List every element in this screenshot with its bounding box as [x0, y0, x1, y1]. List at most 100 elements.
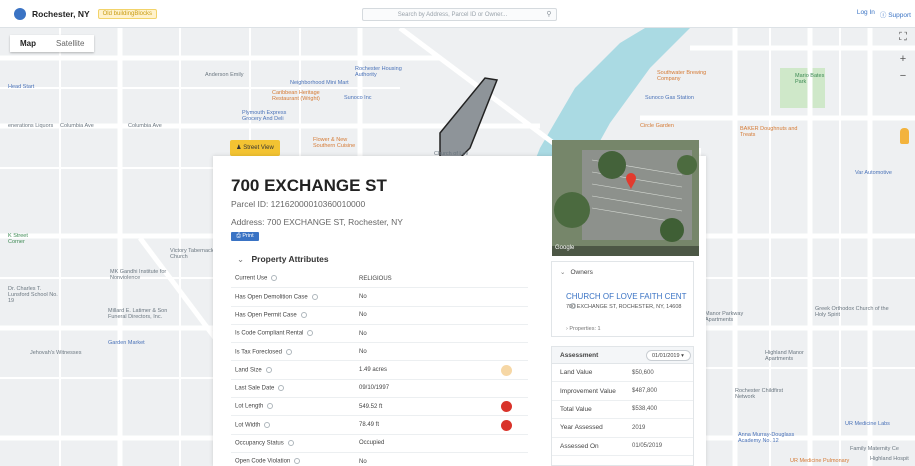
attribute-value: 549.52 ft	[359, 403, 383, 410]
support-label: Support	[888, 12, 911, 19]
chevron-down-icon: ⌄	[237, 254, 245, 264]
attribute-value: No	[359, 312, 367, 319]
city-title: Rochester, NY	[32, 8, 90, 19]
map-label-liquors[interactable]: enerations Liquors	[8, 123, 53, 129]
info-icon[interactable]	[311, 293, 318, 300]
info-icon[interactable]	[278, 385, 285, 392]
attribute-row: Land Size 1.49 acres	[231, 361, 528, 380]
info-icon[interactable]	[264, 421, 271, 428]
street-view-button[interactable]: ♟ Street View	[230, 140, 280, 156]
zoom-in-icon[interactable]: +	[897, 53, 909, 65]
fullscreen-icon[interactable]: ⛶	[897, 31, 909, 44]
login-link[interactable]: Log In	[857, 9, 875, 19]
map-label-neighborhood-mart[interactable]: Neighborhood Mini Mart	[290, 80, 349, 86]
map-label-baker[interactable]: BAKER Doughnuts and Treats	[740, 126, 800, 138]
map-label-columbia-2: Columbia Ave	[128, 123, 162, 129]
owner-properties[interactable]: › Properties: 1	[566, 326, 601, 332]
map-label-mario-park[interactable]: Mario Bates Park	[795, 73, 830, 85]
map-type-map[interactable]: Map	[10, 35, 46, 52]
map-label-greek-church[interactable]: Greek Orthodox Church of the Holy Spirit	[815, 306, 890, 318]
support-link[interactable]: ⓘ Support	[880, 9, 911, 19]
map-label-anna-murray[interactable]: Anna Murray-Douglass Academy No. 12	[738, 432, 798, 444]
map-label-plymouth[interactable]: Plymouth Express Grocery And Deli	[242, 110, 297, 122]
map-label-family-maternity[interactable]: Family Maternity Ce	[850, 446, 899, 452]
owners-title: Owners	[570, 269, 593, 276]
map-label-k-street[interactable]: K Street Corner	[8, 233, 43, 245]
status-dot	[501, 310, 512, 321]
assessment-row: Total Value $538,400	[552, 401, 693, 420]
info-icon[interactable]	[294, 458, 301, 465]
zoom-out-icon[interactable]: −	[897, 70, 909, 82]
assessment-value: $487,800	[632, 388, 658, 395]
property-photo[interactable]: Google	[552, 140, 699, 256]
assessment-header: Assessment 01/01/2019 ▾	[552, 347, 693, 364]
attributes-table: Current Use RELIGIOUS Has Open Demolition …	[231, 270, 528, 466]
attribute-row: Has Open Permit Case No	[231, 307, 528, 325]
info-icon[interactable]	[300, 311, 307, 318]
map-label-jehovah[interactable]: Jehovah's Witnesses	[30, 350, 82, 356]
property-attributes-header[interactable]: ⌄ Property Attributes	[237, 254, 329, 265]
attribute-label-text: Occupancy Status	[235, 440, 284, 447]
map-label-ur-pulmonary[interactable]: UR Medicine Pulmonary	[790, 458, 849, 464]
map-label-circle-garden[interactable]: Circle Garden	[640, 123, 674, 129]
map-label-caribbean[interactable]: Caribbean Heritage Restaurant (Wright)	[272, 90, 332, 102]
map-label-southwater[interactable]: Southwater Brewing Company	[657, 70, 712, 82]
map-label-manor-parkway[interactable]: Manor Parkway Apartments	[705, 311, 755, 323]
map-label-highland-hospital[interactable]: Highland Hospit	[870, 456, 909, 462]
map-label-rochester-childfirst[interactable]: Rochester Childfirst Network	[735, 388, 790, 400]
map-label-gandhi[interactable]: MK Gandhi Institute for Nonviolence	[110, 269, 175, 281]
attribute-value: No	[359, 330, 367, 337]
assessment-value: 01/05/2019	[632, 443, 663, 450]
info-icon[interactable]	[285, 348, 292, 355]
map-label-dr-charles[interactable]: Dr. Charles T. Lunsford School No. 19	[8, 286, 63, 304]
assessment-label: Assessed On	[560, 442, 599, 450]
attribute-value: 1.49 acres	[359, 367, 388, 374]
chevron-down-icon: ⌄	[560, 269, 566, 276]
brand[interactable]: Rochester, NY Old buildingBlocks	[14, 7, 157, 20]
info-icon[interactable]	[287, 440, 294, 447]
pegman-icon[interactable]	[900, 128, 909, 144]
attribute-label-text: Is Tax Foreclosed	[235, 349, 282, 356]
beta-badge[interactable]: Old buildingBlocks	[97, 8, 157, 19]
info-icon[interactable]	[307, 330, 314, 337]
attribute-row: Occupancy Status Occupied	[231, 435, 528, 453]
map-label-rochester-housing[interactable]: Rochester Housing Authority	[355, 66, 415, 78]
assessment-title: Assessment	[560, 352, 599, 359]
attribute-label-text: Lot Width	[235, 422, 261, 429]
map-label-sunoco-gas[interactable]: Sunoco Gas Station	[645, 95, 694, 101]
map-label-var-automotive[interactable]: Var Automotive	[855, 170, 892, 176]
assessment-card: Assessment 01/01/2019 ▾ Land Value $50,60…	[551, 346, 694, 466]
print-icon: ⎙	[236, 233, 241, 239]
attribute-label-text: Last Sale Date	[235, 385, 275, 392]
owner-name: CHURCH OF LOVE FAITH CENT	[566, 292, 687, 301]
search-input[interactable]: Search by Address, Parcel ID or Owner...	[363, 12, 542, 18]
map-label-highland-manor[interactable]: Highland Manor Apartments	[765, 350, 820, 362]
assessment-rows: Land Value $50,600 Improvement Value $487,8…	[552, 364, 693, 456]
map-label-ur-labs[interactable]: UR Medicine Labs	[845, 421, 890, 427]
map-label-head-start[interactable]: Head Start	[8, 84, 34, 90]
map-label-garden-market[interactable]: Garden Market	[108, 340, 145, 346]
status-dot	[501, 419, 512, 431]
map-label-flower[interactable]: Flower & New Southern Cuisine	[313, 137, 358, 149]
assessment-year-select[interactable]: 01/01/2019 ▾	[646, 350, 691, 361]
attribute-label-text: Is Code Compliant Rental	[235, 330, 304, 337]
info-icon[interactable]	[271, 275, 278, 282]
print-button[interactable]: ⎙ Print	[231, 232, 259, 241]
info-icon[interactable]	[265, 366, 272, 373]
attribute-row: Is Code Compliant Rental No	[231, 325, 528, 344]
attribute-row: Last Sale Date 09/10/1997	[231, 380, 528, 399]
map-label-millard[interactable]: Millard E. Latimer & Son Funeral Directo…	[108, 308, 178, 320]
search-icon[interactable]: ⚲	[542, 9, 556, 21]
search-box[interactable]: Search by Address, Parcel ID or Owner...…	[362, 8, 557, 21]
attribute-label-text: Has Open Permit Case	[235, 312, 297, 319]
info-icon[interactable]	[267, 403, 274, 410]
map-label-sunoco[interactable]: Sunoco Inc	[344, 95, 372, 101]
attribute-label-text: Open Code Violation	[235, 458, 291, 465]
attribute-label: Occupancy Status	[231, 440, 359, 447]
owner-address: 700 EXCHANGE ST, ROCHESTER, NY, 14608	[566, 304, 682, 310]
city-logo-icon	[14, 7, 26, 20]
street-view-label: Street View	[243, 145, 274, 151]
map-type-satellite[interactable]: Satellite	[46, 35, 94, 52]
attribute-row: Lot Width 78.49 ft	[231, 416, 528, 435]
owners-header[interactable]: ⌄ Owners	[560, 268, 593, 276]
